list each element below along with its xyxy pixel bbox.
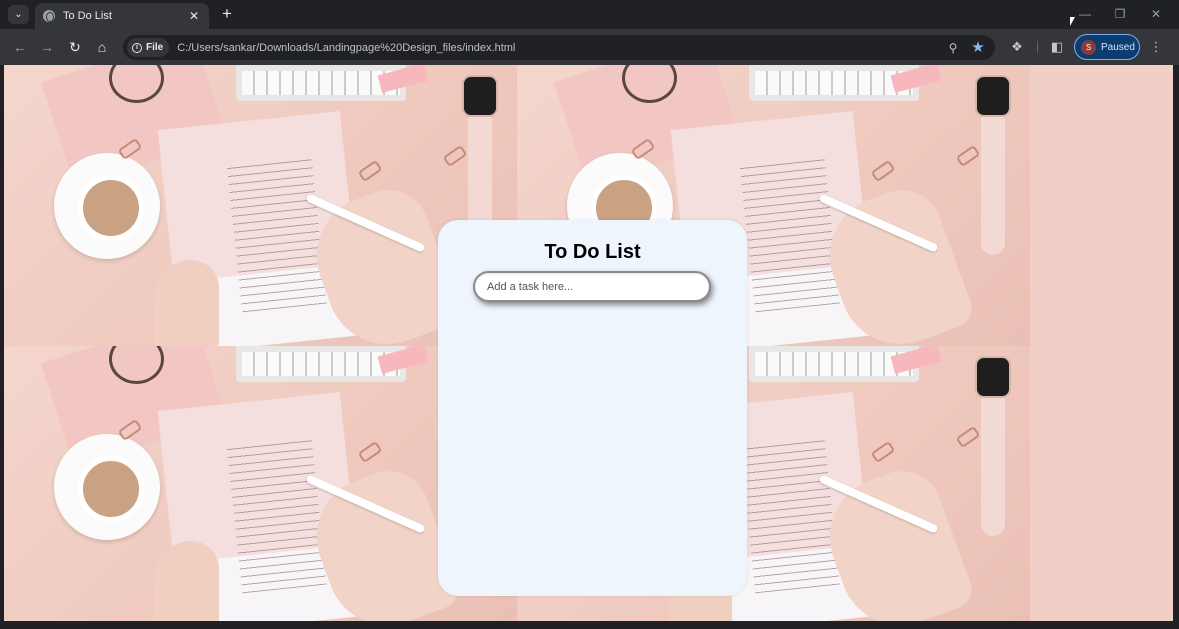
new-tab-plus-icon[interactable]: + bbox=[218, 5, 236, 23]
tab-to-do-list[interactable]: To Do List ✕ bbox=[35, 3, 209, 29]
back-arrow-left-icon[interactable]: ← bbox=[11, 38, 29, 56]
todo-card: To Do List bbox=[438, 220, 747, 596]
tab-strip: ⌄ To Do List ✕ + — ❐ ✕ bbox=[0, 0, 1179, 29]
site-chip-label: File bbox=[146, 42, 164, 53]
close-icon[interactable]: ✕ bbox=[187, 9, 201, 23]
tab-title: To Do List bbox=[63, 10, 112, 22]
toolbar-divider bbox=[1037, 41, 1038, 53]
restore-icon[interactable]: ❐ bbox=[1110, 6, 1130, 22]
zoom-icon[interactable]: ⚲ bbox=[945, 40, 961, 56]
avatar: S bbox=[1081, 39, 1096, 55]
task-input[interactable] bbox=[473, 271, 711, 302]
reload-icon[interactable]: ↻ bbox=[66, 38, 84, 56]
side-panel-icon[interactable]: ◧ bbox=[1048, 38, 1066, 56]
tab-search-chevron-down-icon[interactable]: ⌄ bbox=[8, 5, 29, 24]
address-bar[interactable]: i File C:/Users/sankar/Downloads/Landing… bbox=[123, 35, 995, 60]
browser-toolbar: ← → ↻ ⌂ i File C:/Users/sankar/Downloads… bbox=[0, 29, 1179, 65]
forward-arrow-right-icon[interactable]: → bbox=[38, 38, 56, 56]
profile-status-label: Paused bbox=[1101, 41, 1135, 53]
page-viewport: To Do List bbox=[4, 65, 1173, 621]
mouse-cursor-icon bbox=[1070, 17, 1075, 26]
url-text[interactable]: C:/Users/sankar/Downloads/Landingpage%20… bbox=[177, 42, 945, 54]
kebab-menu-icon[interactable]: ⋮ bbox=[1147, 38, 1165, 56]
window-bottom-edge bbox=[0, 621, 1179, 629]
home-icon[interactable]: ⌂ bbox=[93, 38, 111, 56]
page-title: To Do List bbox=[544, 241, 641, 263]
minimize-icon[interactable]: — bbox=[1075, 6, 1095, 22]
close-window-icon[interactable]: ✕ bbox=[1146, 6, 1166, 22]
bookmark-star-icon[interactable]: ★ bbox=[970, 39, 986, 56]
info-icon: i bbox=[132, 42, 142, 53]
profile-button[interactable]: S Paused bbox=[1074, 34, 1140, 60]
site-info-chip[interactable]: i File bbox=[127, 38, 170, 57]
extensions-puzzle-icon[interactable]: ❖ bbox=[1008, 38, 1026, 56]
globe-icon bbox=[43, 10, 55, 22]
